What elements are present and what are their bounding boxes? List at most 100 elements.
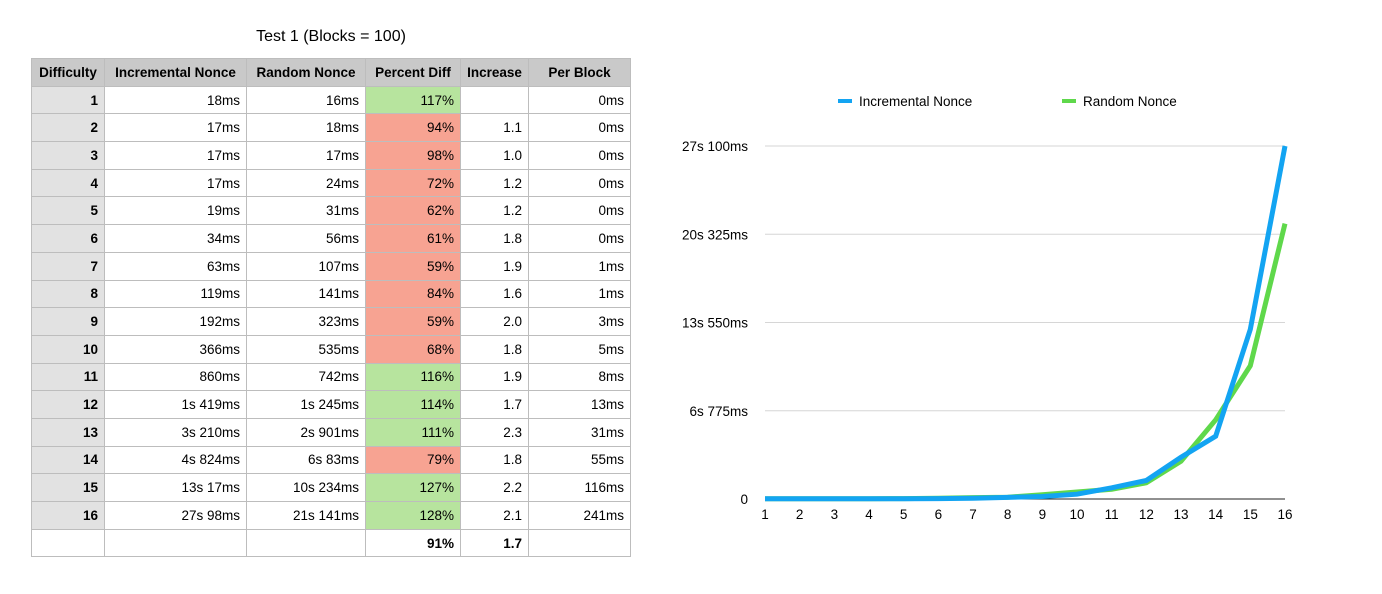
percent-diff-cell: 111% [365, 417, 461, 447]
percent-diff-cell: 117% [365, 85, 461, 115]
table-row: 4 17ms 24ms 72% 1.2 0ms [31, 168, 631, 198]
table-row: 6 34ms 56ms 61% 1.8 0ms [31, 224, 631, 253]
table-row: 16 27s 98ms 21s 141ms 128% 2.1 241ms [31, 501, 631, 530]
header-percent-diff: Percent Diff [365, 58, 461, 87]
table-row: 1 18ms 16ms 117% 0ms [31, 85, 631, 115]
per-block-cell: 116ms [528, 473, 631, 502]
x-tick-label: 13 [1173, 507, 1188, 522]
random-cell: 1s 245ms [246, 390, 366, 419]
difficulty-cell: 2 [31, 113, 105, 143]
percent-diff-cell: 114% [365, 390, 461, 419]
per-block-cell: 0ms [528, 113, 631, 143]
table-row: 9 192ms 323ms 59% 2.0 3ms [31, 307, 631, 336]
increase-cell: 2.2 [460, 473, 529, 502]
y-tick-label: 6s 775ms [689, 404, 748, 419]
table-row: 12 1s 419ms 1s 245ms 114% 1.7 13ms [31, 390, 631, 419]
per-block-cell: 241ms [528, 501, 631, 530]
random-cell: 56ms [246, 224, 366, 253]
percent-diff-cell: 128% [365, 501, 461, 530]
incremental-cell: 17ms [104, 113, 247, 143]
per-block-cell: 0ms [528, 141, 631, 170]
per-block-cell: 55ms [528, 445, 631, 475]
table-row: 2 17ms 18ms 94% 1.1 0ms [31, 113, 631, 143]
per-block-cell: 0ms [528, 196, 631, 226]
incremental-cell: 27s 98ms [104, 501, 247, 530]
difficulty-cell: 5 [31, 196, 105, 226]
percent-diff-cell: 127% [365, 473, 461, 502]
increase-cell: 1.2 [460, 196, 529, 226]
random-cell: 21s 141ms [246, 501, 366, 530]
line-chart: 06s 775ms13s 550ms20s 325ms27s 100ms1 2 3 4… [682, 94, 1293, 522]
per-block-cell: 13ms [528, 390, 631, 419]
totals-empty [31, 528, 105, 558]
difficulty-cell: 6 [31, 224, 105, 253]
x-tick-label: 4 [865, 507, 873, 522]
per-block-cell: 1ms [528, 251, 631, 281]
incremental-cell: 17ms [104, 141, 247, 170]
x-tick-label: 3 [831, 507, 839, 522]
percent-diff-cell: 68% [365, 334, 461, 364]
random-cell: 24ms [246, 168, 366, 198]
totals-percent: 91% [365, 528, 461, 558]
incremental-cell: 366ms [104, 334, 247, 364]
header-random-nonce: Random Nonce [246, 58, 366, 87]
percent-diff-cell: 84% [365, 279, 461, 309]
incremental-cell: 860ms [104, 362, 247, 392]
table-row: 8 119ms 141ms 84% 1.6 1ms [31, 279, 631, 309]
increase-cell: 1.6 [460, 279, 529, 309]
increase-cell: 1.7 [460, 390, 529, 419]
table-row: 5 19ms 31ms 62% 1.2 0ms [31, 196, 631, 226]
x-tick-label: 5 [900, 507, 908, 522]
incremental-cell: 4s 824ms [104, 445, 247, 475]
random-cell: 31ms [246, 196, 366, 226]
percent-diff-cell: 62% [365, 196, 461, 226]
difficulty-cell: 15 [31, 473, 105, 502]
y-tick-label: 13s 550ms [682, 316, 748, 331]
x-tick-label: 10 [1069, 507, 1084, 522]
difficulty-cell: 16 [31, 501, 105, 530]
difficulty-cell: 4 [31, 168, 105, 198]
difficulty-cell: 9 [31, 307, 105, 336]
per-block-cell: 8ms [528, 362, 631, 392]
x-tick-label: 6 [935, 507, 943, 522]
table-row: 10 366ms 535ms 68% 1.8 5ms [31, 334, 631, 364]
incremental-cell: 13s 17ms [104, 473, 247, 502]
percent-diff-cell: 94% [365, 113, 461, 143]
increase-cell: 1.8 [460, 224, 529, 253]
per-block-cell: 1ms [528, 279, 631, 309]
table-row: 7 63ms 107ms 59% 1.9 1ms [31, 251, 631, 281]
per-block-cell: 0ms [528, 224, 631, 253]
percent-diff-cell: 59% [365, 307, 461, 336]
percent-diff-cell: 79% [365, 445, 461, 475]
difficulty-cell: 11 [31, 362, 105, 392]
incremental-cell: 3s 210ms [104, 417, 247, 447]
totals-increase: 1.7 [460, 528, 529, 558]
table-title: Test 1 (Blocks = 100) [256, 28, 406, 45]
x-tick-label: 7 [969, 507, 977, 522]
difficulty-cell: 8 [31, 279, 105, 309]
random-cell: 6s 83ms [246, 445, 366, 475]
header-incremental-nonce: Incremental Nonce [104, 58, 247, 87]
header-row: Difficulty Incremental Nonce Random Nonc… [31, 58, 631, 87]
percent-diff-cell: 98% [365, 141, 461, 170]
x-tick-label: 14 [1208, 507, 1224, 522]
table-row: 11 860ms 742ms 116% 1.9 8ms [31, 362, 631, 392]
table-row: 14 4s 824ms 6s 83ms 79% 1.8 55ms [31, 445, 631, 475]
table-row: 15 13s 17ms 10s 234ms 127% 2.2 116ms [31, 473, 631, 502]
header-per-block: Per Block [528, 58, 631, 87]
legend-label: Incremental Nonce [859, 94, 972, 109]
increase-cell: 1.0 [460, 141, 529, 170]
totals-empty [528, 528, 631, 558]
x-tick-label: 15 [1243, 507, 1258, 522]
x-tick-label: 11 [1105, 507, 1119, 522]
totals-row: 91% 1.7 [31, 528, 631, 558]
increase-cell: 2.0 [460, 307, 529, 336]
random-cell: 107ms [246, 251, 366, 281]
incremental-cell: 1s 419ms [104, 390, 247, 419]
increase-cell: 2.1 [460, 501, 529, 530]
x-tick-label: 1 [761, 507, 769, 522]
x-tick-label: 16 [1277, 507, 1292, 522]
legend-label: Random Nonce [1083, 94, 1177, 109]
increase-cell: 1.8 [460, 445, 529, 475]
random-cell: 10s 234ms [246, 473, 366, 502]
